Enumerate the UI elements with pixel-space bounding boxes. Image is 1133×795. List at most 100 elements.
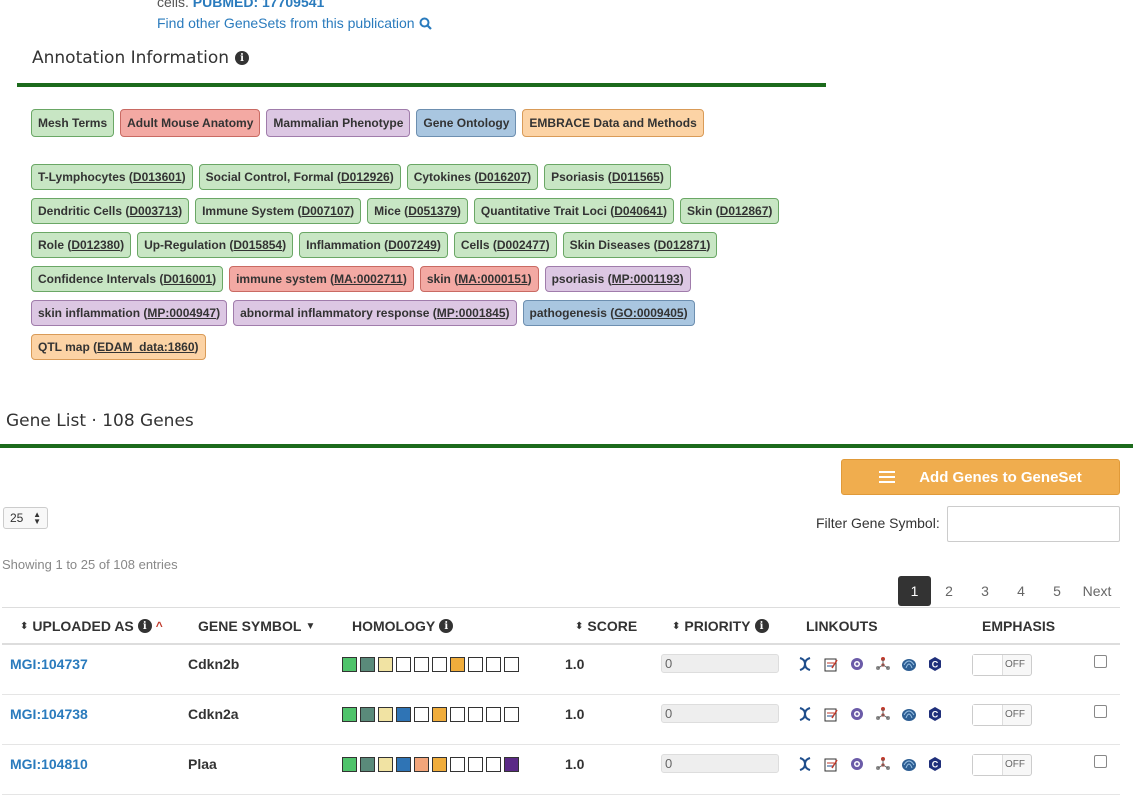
col-priority[interactable]: ⬍ PRIORITY i xyxy=(672,618,769,634)
annotation-tag[interactable]: Skin Diseases (D012871) xyxy=(562,232,718,258)
annotation-tag[interactable]: Role (D012380) xyxy=(31,232,132,258)
notepad-icon[interactable] xyxy=(822,705,840,723)
col-homology[interactable]: HOMOLOGY i xyxy=(352,618,454,634)
shell-icon[interactable] xyxy=(900,655,918,673)
tag-id-link[interactable]: D012871 xyxy=(658,238,707,252)
priority-input[interactable]: 0 xyxy=(661,704,779,723)
tag-id-link[interactable]: MP:0004947 xyxy=(147,306,216,320)
tag-id-link[interactable]: D012926 xyxy=(341,170,390,184)
homology-square[interactable] xyxy=(450,757,465,772)
annotation-tag[interactable]: Cytokines (D016207) xyxy=(406,164,539,190)
annotation-tag[interactable]: Mice (D051379) xyxy=(367,198,468,224)
info-icon[interactable]: i xyxy=(137,619,152,633)
homology-square[interactable] xyxy=(504,657,519,672)
homology-square[interactable] xyxy=(486,657,501,672)
homology-square[interactable] xyxy=(378,657,393,672)
annotation-tag[interactable]: Skin (D012867) xyxy=(679,198,780,224)
page-1-button[interactable]: 1 xyxy=(898,576,931,606)
homology-square[interactable] xyxy=(414,657,429,672)
annotation-tag[interactable]: Cells (D002477) xyxy=(453,232,557,258)
homology-square[interactable] xyxy=(342,757,357,772)
homology-square[interactable] xyxy=(396,657,411,672)
emphasis-toggle[interactable]: OFF xyxy=(972,754,1032,776)
row-checkbox[interactable] xyxy=(1094,655,1107,668)
notepad-icon[interactable] xyxy=(822,755,840,773)
find-other-genesets-link[interactable]: Find other GeneSets from this publicatio… xyxy=(157,15,432,31)
tag-id-link[interactable]: MP:0001193 xyxy=(612,272,680,286)
homology-square[interactable] xyxy=(360,707,375,722)
uploaded-as-link[interactable]: MGI:104738 xyxy=(10,706,88,722)
uploaded-as-link[interactable]: MGI:104737 xyxy=(10,656,88,672)
notepad-icon[interactable] xyxy=(822,655,840,673)
row-checkbox[interactable] xyxy=(1094,705,1107,718)
emphasis-toggle[interactable]: OFF xyxy=(972,704,1032,726)
tag-id-link[interactable]: D007107 xyxy=(301,204,350,218)
annotation-tag[interactable]: Psoriasis (D011565) xyxy=(544,164,671,190)
legend-tag[interactable]: Mammalian Phenotype xyxy=(266,109,411,137)
gear-flower-icon[interactable] xyxy=(848,705,866,723)
network-icon[interactable] xyxy=(874,755,892,773)
homology-square[interactable] xyxy=(504,757,519,772)
tag-id-link[interactable]: MA:0000151 xyxy=(458,272,527,286)
annotation-tag[interactable]: skin inflammation (MP:0004947) xyxy=(31,300,228,326)
tag-id-link[interactable]: D007249 xyxy=(388,238,437,252)
dna-icon[interactable] xyxy=(796,655,814,673)
homology-square[interactable] xyxy=(486,707,501,722)
annotation-tag[interactable]: Inflammation (D007249) xyxy=(299,232,448,258)
gear-flower-icon[interactable] xyxy=(848,655,866,673)
homology-square[interactable] xyxy=(414,707,429,722)
dna-icon[interactable] xyxy=(796,755,814,773)
tag-id-link[interactable]: D003713 xyxy=(129,204,178,218)
add-genes-button[interactable]: Add Genes to GeneSet xyxy=(841,459,1120,495)
tag-id-link[interactable]: D012380 xyxy=(71,238,120,252)
annotation-tag[interactable]: T-Lymphocytes (D013601) xyxy=(31,164,193,190)
homology-square[interactable] xyxy=(450,707,465,722)
homology-square[interactable] xyxy=(360,757,375,772)
tag-id-link[interactable]: D016001 xyxy=(163,272,212,286)
tag-id-link[interactable]: MP:0001845 xyxy=(437,306,506,320)
page-4-button[interactable]: 4 xyxy=(1003,576,1039,606)
tag-id-link[interactable]: D016207 xyxy=(478,170,527,184)
page-3-button[interactable]: 3 xyxy=(967,576,1003,606)
annotation-tag[interactable]: Confidence Intervals (D016001) xyxy=(31,266,224,292)
network-icon[interactable] xyxy=(874,705,892,723)
priority-input[interactable]: 0 xyxy=(661,754,779,773)
tag-id-link[interactable]: D013601 xyxy=(133,170,182,184)
emphasis-toggle[interactable]: OFF xyxy=(972,654,1032,676)
uploaded-as-link[interactable]: MGI:104810 xyxy=(10,756,88,772)
tag-id-link[interactable]: GO:0009405 xyxy=(614,306,683,320)
annotation-tag[interactable]: Up-Regulation (D015854) xyxy=(137,232,294,258)
homology-square[interactable] xyxy=(378,707,393,722)
homology-square[interactable] xyxy=(396,757,411,772)
homology-square[interactable] xyxy=(432,757,447,772)
legend-tag[interactable]: Gene Ontology xyxy=(416,109,517,137)
tag-id-link[interactable]: MA:0002711 xyxy=(334,272,403,286)
annotation-tag[interactable]: immune system (MA:0002711) xyxy=(229,266,414,292)
annotation-tag[interactable]: abnormal inflammatory response (MP:00018… xyxy=(233,300,517,326)
tag-id-link[interactable]: D012867 xyxy=(720,204,769,218)
annotation-tag[interactable]: psoriasis (MP:0001193) xyxy=(544,266,691,292)
legend-tag[interactable]: Adult Mouse Anatomy xyxy=(120,109,261,137)
homology-square[interactable] xyxy=(450,657,465,672)
homology-square[interactable] xyxy=(486,757,501,772)
tag-id-link[interactable]: EDAM_data:1860 xyxy=(97,340,194,354)
page-2-button[interactable]: 2 xyxy=(931,576,967,606)
homology-square[interactable] xyxy=(468,757,483,772)
legend-tag[interactable]: Mesh Terms xyxy=(31,109,115,137)
pubmed-link[interactable]: PUBMED: 17709541 xyxy=(193,0,325,10)
annotation-tag[interactable]: Immune System (D007107) xyxy=(195,198,362,224)
info-icon[interactable]: i xyxy=(754,619,769,633)
homology-square[interactable] xyxy=(468,707,483,722)
tag-id-link[interactable]: D002477 xyxy=(497,238,546,252)
c-logo-icon[interactable]: C xyxy=(926,755,944,773)
homology-square[interactable] xyxy=(360,657,375,672)
dna-icon[interactable] xyxy=(796,705,814,723)
filter-gene-symbol-input[interactable] xyxy=(947,506,1120,542)
tag-id-link[interactable]: D011565 xyxy=(612,170,660,184)
tag-id-link[interactable]: D051379 xyxy=(408,204,457,218)
homology-square[interactable] xyxy=(342,707,357,722)
info-icon[interactable]: i xyxy=(439,619,454,633)
annotation-tag[interactable]: QTL map (EDAM_data:1860) xyxy=(31,334,206,360)
priority-input[interactable]: 0 xyxy=(661,654,779,673)
next-page-button[interactable]: Next xyxy=(1079,576,1115,606)
